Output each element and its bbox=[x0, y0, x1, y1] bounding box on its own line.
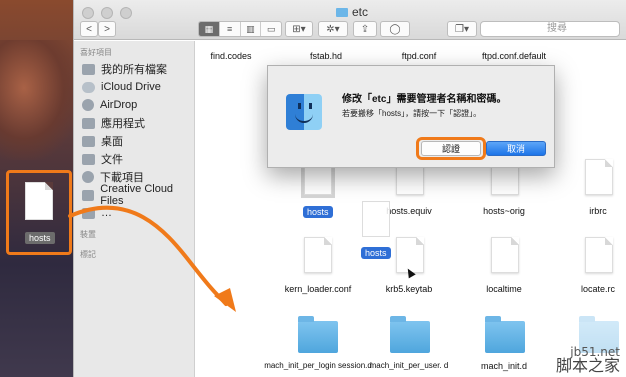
window-title-label: etc bbox=[352, 5, 369, 19]
file-icon[interactable] bbox=[304, 237, 332, 273]
column-view-button[interactable]: ▥ bbox=[241, 22, 262, 36]
home-icon bbox=[82, 207, 95, 219]
file-icon[interactable] bbox=[491, 237, 519, 273]
close-button[interactable] bbox=[82, 7, 94, 19]
forward-button[interactable]: > bbox=[98, 21, 116, 37]
downloads-icon bbox=[82, 171, 94, 183]
folder-icon[interactable] bbox=[298, 316, 338, 353]
desktop-hosts-file-icon[interactable] bbox=[25, 182, 53, 220]
drag-ghost-icon bbox=[362, 201, 390, 237]
sidebar-item-creative-cloud[interactable]: Creative Cloud Files bbox=[82, 183, 194, 207]
file-label[interactable]: locate.rc bbox=[543, 284, 626, 294]
dialog-message: 若要搬移「hosts」，請按一下「認證」。 bbox=[342, 109, 482, 118]
sidebar-item-icloud[interactable]: iCloud Drive bbox=[82, 78, 161, 96]
sidebar-item-label: iCloud Drive bbox=[101, 81, 161, 93]
desktop-icon bbox=[82, 135, 95, 147]
desktop-hosts-file-label[interactable]: hosts bbox=[25, 232, 55, 244]
sidebar-item-airdrop[interactable]: AirDrop bbox=[82, 96, 137, 114]
zoom-button[interactable] bbox=[120, 7, 132, 19]
view-mode-group: ▦ ≡ ▥ ▭ bbox=[198, 21, 282, 37]
file-label[interactable]: ftpd.conf bbox=[364, 51, 474, 61]
tags-header: 標記 bbox=[80, 250, 96, 259]
authenticate-highlight bbox=[416, 137, 486, 160]
file-label[interactable]: ftpd.conf.default bbox=[459, 51, 569, 61]
folder-label[interactable]: mach_init.d bbox=[449, 361, 559, 371]
sidebar-item-label: 文件 bbox=[101, 154, 123, 166]
favorites-header: 喜好項目 bbox=[80, 48, 112, 57]
file-label[interactable]: irbrc bbox=[543, 206, 626, 216]
folder-icon bbox=[82, 189, 95, 201]
file-icon[interactable] bbox=[585, 159, 613, 195]
sidebar-item-home[interactable]: … bbox=[82, 204, 112, 222]
sidebar-item-label: 我的所有檔案 bbox=[101, 64, 167, 76]
minimize-button[interactable] bbox=[101, 7, 113, 19]
share-button[interactable]: ⇪ bbox=[353, 21, 377, 37]
dropbox-button[interactable]: ❐▾ bbox=[447, 21, 477, 37]
back-button[interactable]: < bbox=[80, 21, 98, 37]
sidebar: 喜好項目 我的所有檔案 iCloud Drive AirDrop 應用程式 桌面… bbox=[74, 41, 195, 377]
folder-icon[interactable] bbox=[390, 316, 430, 353]
list-view-button[interactable]: ≡ bbox=[220, 22, 241, 36]
sidebar-item-label: AirDrop bbox=[100, 99, 138, 111]
file-icon[interactable] bbox=[585, 237, 613, 273]
folder-label[interactable]: mach_init_per_user. d bbox=[354, 361, 464, 370]
title-bar: etc < > ▦ ≡ ▥ ▭ ⊞▾ ✲▾ ⇪ ◯ ❐▾ 搜尋 bbox=[74, 0, 626, 40]
sidebar-item-all-files[interactable]: 我的所有檔案 bbox=[82, 60, 167, 78]
icon-view-button[interactable]: ▦ bbox=[199, 22, 220, 36]
cancel-button[interactable]: 取消 bbox=[486, 141, 546, 156]
sidebar-item-applications[interactable]: 應用程式 bbox=[82, 114, 145, 132]
drag-ghost-label: hosts bbox=[361, 247, 391, 259]
file-label[interactable]: find.codes bbox=[176, 51, 286, 61]
sidebar-item-documents[interactable]: 文件 bbox=[82, 150, 123, 168]
airdrop-icon bbox=[82, 99, 94, 111]
action-gear-button[interactable]: ✲▾ bbox=[318, 21, 348, 37]
documents-icon bbox=[82, 153, 95, 165]
tag-button[interactable]: ◯ bbox=[380, 21, 410, 37]
search-input[interactable]: 搜尋 bbox=[480, 21, 620, 37]
hosts-file-label[interactable]: hosts bbox=[303, 206, 333, 218]
sidebar-item-label: 桌面 bbox=[101, 136, 123, 148]
folder-icon[interactable] bbox=[485, 316, 525, 353]
cover-flow-button[interactable]: ▭ bbox=[261, 22, 281, 36]
sidebar-item-label: 應用程式 bbox=[101, 118, 145, 130]
auth-dialog: 修改「etc」需要管理者名稱和密碼。 若要搬移「hosts」，請按一下「認證」。… bbox=[267, 65, 555, 168]
dialog-title: 修改「etc」需要管理者名稱和密碼。 bbox=[342, 94, 507, 105]
watermark-line2: 脚本之家 bbox=[555, 356, 620, 375]
all-files-icon bbox=[82, 63, 95, 75]
finder-app-icon bbox=[286, 94, 322, 130]
cloud-icon bbox=[82, 81, 95, 93]
watermark: jb51.net 脚本之家 bbox=[555, 345, 620, 375]
arrange-button[interactable]: ⊞▾ bbox=[285, 21, 313, 37]
sidebar-item-label: Creative Cloud Files bbox=[100, 183, 174, 207]
applications-icon bbox=[82, 117, 95, 129]
file-label[interactable]: krb5.keytab bbox=[354, 284, 464, 294]
folder-icon bbox=[336, 7, 348, 17]
wallpaper-mountain bbox=[0, 40, 80, 160]
sidebar-item-desktop[interactable]: 桌面 bbox=[82, 132, 123, 150]
sidebar-item-label: … bbox=[101, 207, 112, 219]
window-title: etc bbox=[336, 5, 368, 19]
devices-header: 裝置 bbox=[80, 230, 96, 239]
finder-window: etc < > ▦ ≡ ▥ ▭ ⊞▾ ✲▾ ⇪ ◯ ❐▾ 搜尋 喜好項目 我的所… bbox=[73, 0, 626, 377]
